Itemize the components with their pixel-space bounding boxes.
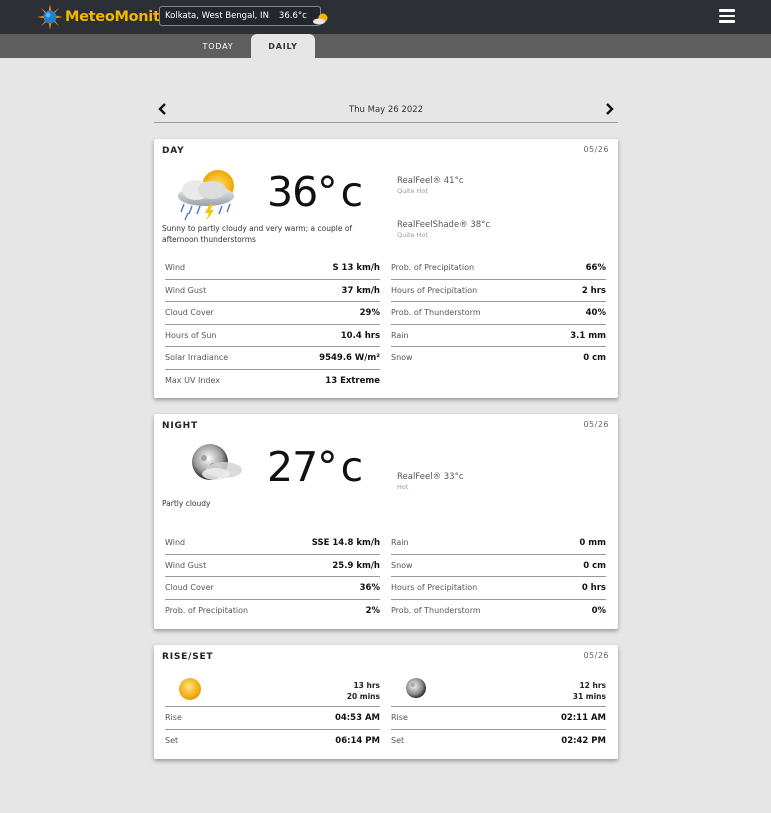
card-date: 05/26: [583, 145, 609, 154]
card-date: 05/26: [583, 420, 609, 429]
tab-bar: TODAY DAILY: [0, 34, 771, 58]
stat-row: Snow 0 cm: [391, 555, 606, 577]
card-title: RISE/SET: [162, 652, 214, 662]
realfeel-label: RealFeel® 33°c: [397, 472, 464, 482]
date-navigator: Thu May 26 2022: [154, 99, 618, 123]
stat-row: Hours of Precipitation 0 hrs: [391, 577, 606, 600]
night-card: NIGHT 05/26 27°c Partly cloudy RealFeel®…: [154, 414, 618, 629]
stat-row: Prob. of Thunderstorm 40%: [391, 302, 606, 325]
stat-row: Prob. of Precipitation 2%: [165, 605, 380, 616]
sun-cloud-rain-thunder-icon: [170, 166, 252, 222]
night-description: Partly cloudy: [162, 499, 211, 508]
tab-daily[interactable]: DAILY: [251, 34, 315, 58]
location-name: Kolkata, West Bengal, IN: [165, 11, 269, 21]
day-temp-unit: c: [340, 168, 364, 216]
card-title: NIGHT: [162, 421, 198, 431]
day-temp-value: 36: [267, 168, 318, 216]
stat-row: Solar Irradiance 9549.6 W/m²: [165, 347, 380, 370]
stat-row: Rain 0 mm: [391, 532, 606, 555]
date-label: Thu May 26 2022: [348, 105, 424, 115]
moon-duration: 12 hrs 31 mins: [572, 681, 606, 701]
stat-row: Prob. of Thunderstorm 0%: [391, 605, 606, 616]
night-temp-unit: c: [340, 443, 364, 491]
day-temperature: 36°c: [267, 168, 364, 216]
realfeel-sub: Hot: [397, 483, 409, 491]
night-stats-right: Rain 0 mm Snow 0 cm Hours of Precipitation…: [391, 532, 606, 622]
realfeel-shade-label: RealFeelShade® 38°c: [397, 220, 491, 230]
stat-row: Snow 0 cm: [391, 353, 606, 363]
moon-cloud-icon: [180, 440, 246, 488]
night-realfeel: RealFeel® 33°c Hot: [397, 472, 464, 491]
stat-row: Wind Gust 37 km/h: [165, 280, 380, 302]
tab-today[interactable]: TODAY: [185, 34, 251, 58]
sun-icon: [178, 677, 202, 701]
brand-logo[interactable]: MeteoMonitor: [37, 3, 176, 31]
stat-row: Rise 04:53 AM: [165, 707, 380, 730]
stat-row: Set 06:14 PM: [165, 735, 380, 746]
card-title: DAY: [162, 146, 185, 156]
day-stats-right: Prob. of Precipitation 66% Hours of Preci…: [391, 257, 606, 370]
moon-riseset: Rise 02:11 AM Set 02:42 PM: [391, 706, 606, 752]
night-stats-left: Wind SSE 14.8 km/h Wind Gust 25.9 km/h Clo…: [165, 532, 380, 622]
stat-row: Cloud Cover 36%: [165, 577, 380, 600]
stat-row: Hours of Sun 10.4 hrs: [165, 325, 380, 347]
day-realfeel: RealFeel® 41°c Quite Hot: [397, 176, 464, 195]
sun-cloud-icon: [312, 10, 330, 25]
stat-row: Rise 02:11 AM: [391, 707, 606, 730]
stat-row: Wind Gust 25.9 km/h: [165, 555, 380, 577]
hamburger-menu-icon[interactable]: [719, 9, 735, 23]
day-description: Sunny to partly cloudy and very warm; a …: [162, 224, 353, 244]
realfeel-label: RealFeel® 41°c: [397, 176, 464, 186]
top-header: MeteoMonitor Kolkata, West Bengal, IN 36…: [0, 0, 771, 34]
day-card: DAY 05/26 36°c Sunny to partly cloudy an…: [154, 139, 618, 398]
stat-row: Cloud Cover 29%: [165, 302, 380, 325]
location-temp: 36.6°c: [278, 11, 307, 21]
stat-row: Set 02:42 PM: [391, 735, 606, 746]
stat-row: Rain 3.1 mm: [391, 325, 606, 347]
day-stats-left: Wind S 13 km/h Wind Gust 37 km/h Cloud Cov…: [165, 257, 380, 392]
sun-logo-icon: [37, 4, 63, 30]
realfeel-sub: Quite Hot: [397, 187, 429, 195]
sun-riseset: Rise 04:53 AM Set 06:14 PM: [165, 706, 380, 752]
stat-row: Wind SSE 14.8 km/h: [165, 532, 380, 555]
riseset-card: RISE/SET 05/26 13 hrs 20 mins 12 hrs 31 …: [154, 645, 618, 759]
realfeel-shade-sub: Quite Hot: [397, 231, 429, 239]
stat-row: Prob. of Precipitation 66%: [391, 257, 606, 280]
stat-row: Max UV Index 13 Extreme: [165, 375, 380, 386]
day-realfeel-shade: RealFeelShade® 38°c Quite Hot: [397, 220, 490, 239]
card-date: 05/26: [583, 651, 609, 660]
sun-duration: 13 hrs 20 mins: [346, 681, 380, 701]
stat-row: Hours of Precipitation 2 hrs: [391, 280, 606, 302]
chevron-right-icon[interactable]: [602, 103, 616, 117]
location-selector[interactable]: Kolkata, West Bengal, IN 36.6°c: [159, 6, 328, 26]
night-temperature: 27°c: [267, 443, 364, 491]
moon-icon: [405, 677, 427, 699]
night-temp-value: 27: [267, 443, 318, 491]
stat-row: Wind S 13 km/h: [165, 257, 380, 280]
